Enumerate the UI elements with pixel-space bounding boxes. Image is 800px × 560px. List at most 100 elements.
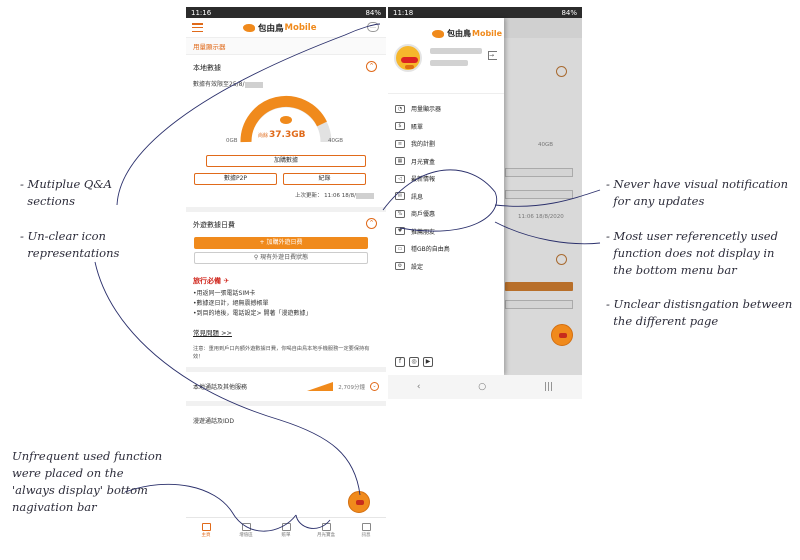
nav-messages-label: 訊息 — [361, 533, 371, 538]
mascot-floating-button[interactable] — [348, 491, 370, 513]
add-data-label: 加購數據 — [273, 157, 298, 164]
menu-item-plan[interactable]: ≡ 我的計劃 — [388, 135, 504, 153]
recents-icon[interactable]: ||| — [544, 382, 553, 392]
phone-screen-home: 11:16 84% 包由鳥 Mobile … 用量顯示器 本地數據 ⌃ 數據有效限… — [186, 7, 386, 543]
menu-item-label: 設定 — [411, 263, 424, 271]
redacted-user-name — [430, 48, 482, 54]
add-data-button[interactable]: 加購數據 — [206, 155, 366, 167]
bullet-item: •用返同一張電話SIM卡 — [193, 290, 256, 297]
nav-moonbox[interactable]: 月光寶盒 — [306, 518, 346, 543]
record-label: 紀錄 — [318, 175, 331, 182]
usage-bar — [307, 382, 334, 391]
roaming-title: 外遊數據日費 — [193, 221, 235, 229]
menu-item-referral[interactable]: ♥ 推薦朋友 — [388, 223, 504, 241]
gauge-max-label: 40GB — [328, 138, 344, 144]
nav-topup[interactable]: 增值區 — [226, 518, 266, 543]
avatar[interactable] — [394, 44, 422, 72]
menu-item-moonbox[interactable]: ▦ 月光寶盒 — [388, 153, 504, 171]
data-actions: 數據P2P 紀錄 — [194, 173, 366, 185]
gauge-min-label: 0GB — [226, 138, 238, 144]
section-local-data: 本地數據 ⌃ — [186, 55, 386, 77]
view-roaming-label: 現有外遊日費狀態 — [260, 254, 309, 261]
menu-item-bill[interactable]: $ 賬單 — [388, 118, 504, 136]
validity-label: 數據有效限至25/8/ — [193, 81, 245, 88]
chevron-up-icon[interactable]: ⌃ — [366, 218, 377, 229]
dimmed-button — [505, 300, 573, 309]
redacted-box — [244, 81, 263, 88]
chevron-down-icon[interactable]: ⌄ — [370, 382, 379, 391]
app-logo: 包由鳥 Mobile — [432, 28, 502, 39]
redacted-user-number — [430, 60, 468, 66]
mail-icon: ✉ — [395, 192, 405, 201]
add-roaming-button[interactable]: + 加購外遊日費 — [194, 237, 368, 249]
android-navigation-bar: ‹ ○ ||| — [388, 375, 582, 399]
bullet-item: •到目的地後，電話設定> 開著「漫遊數據」 — [193, 310, 312, 317]
roaming-idd-label: 漫遊通話及IDD — [193, 418, 235, 425]
view-roaming-button[interactable]: ⚲ 現有外遊日費狀態 — [194, 252, 368, 264]
page-header: 用量顯示器 — [186, 38, 386, 55]
logout-icon[interactable]: → — [488, 51, 497, 60]
hamburger-menu-icon[interactable] — [192, 23, 203, 32]
menu-item-usage[interactable]: ◔ 用量顯示器 — [388, 100, 504, 118]
status-time: 11:16 — [191, 8, 212, 17]
status-bar: 11:16 84% — [186, 7, 386, 18]
roaming-idd-row[interactable]: 漫遊通話及IDD — [186, 401, 386, 435]
chevron-up-icon[interactable]: ⌃ — [366, 61, 377, 72]
nav-topup-label: 增值區 — [239, 533, 253, 538]
discount-icon: % — [395, 209, 405, 218]
section-roaming: 外遊數據日費 ⌃ — [186, 212, 386, 234]
menu-item-label: 我的計劃 — [411, 141, 436, 149]
youtube-icon[interactable]: ▶ — [423, 357, 433, 367]
drawer-menu: ◔ 用量顯示器 $ 賬單 ≡ 我的計劃 ▦ 月光寶盒 ◁ 最新情報 ✉ 訊息 % 商戶優惠 ♥… — [388, 94, 504, 275]
social-links: f ◎ ▶ — [395, 357, 433, 367]
mascot-floating-button[interactable] — [551, 324, 573, 346]
local-calls-label: 本地通話及其他服務 — [193, 384, 248, 391]
battery-level: 84% — [561, 8, 577, 17]
nav-home-label: 主頁 — [201, 533, 211, 538]
nav-messages[interactable]: 訊息 — [346, 518, 386, 543]
record-button[interactable]: 紀錄 — [283, 173, 366, 185]
bill-icon — [281, 523, 291, 531]
chat-bubble-icon[interactable]: … — [367, 22, 379, 32]
instagram-icon[interactable]: ◎ — [409, 357, 419, 367]
menu-item-offers[interactable]: % 商戶優惠 — [388, 205, 504, 223]
nav-home[interactable]: 主頁 — [186, 518, 226, 543]
handshake-icon — [241, 523, 251, 531]
app-logo: 包由鳥 Mobile — [243, 22, 317, 34]
gauge-remaining: 37.3GB — [269, 130, 306, 140]
annotation-notification: - Never have visual notification for any… — [606, 177, 788, 208]
bullet-item: •數據逐日計，絕無震撼帳單 — [193, 300, 269, 307]
back-icon[interactable]: ‹ — [417, 382, 421, 392]
p2p-label: 數據P2P — [223, 175, 248, 182]
annotation-qa-sections: - Mutiplue Q&A sections — [20, 177, 112, 208]
data-usage-gauge: 0GB 40GB 尚餘37.3GB — [186, 94, 386, 152]
gamepad-icon: ▭ — [395, 244, 405, 253]
p2p-button[interactable]: 數據P2P — [194, 173, 277, 185]
annotation-page: - Unclear distisngation between the diff… — [606, 297, 793, 328]
home-icon — [201, 523, 211, 531]
local-calls-row[interactable]: 本地通話及其他服務 2,709分鐘 ⌄ — [186, 367, 386, 401]
section-title: 本地數據 — [193, 64, 221, 72]
dimmed-updated: 11:06 18/8/2020 — [518, 214, 564, 220]
home-button-icon[interactable]: ○ — [478, 382, 486, 392]
local-calls-value: 2,709分鐘 — [338, 384, 365, 391]
box-icon: ▦ — [395, 157, 405, 166]
travel-bullets: •用返同一張電話SIM卡 •數據逐日計，絕無震撼帳單 •到目的地後，電話設定> … — [186, 289, 386, 319]
app-bar: 包由鳥 Mobile … — [186, 18, 386, 38]
status-time: 11:18 — [393, 8, 414, 17]
bird-logo-icon — [243, 23, 255, 32]
facebook-icon[interactable]: f — [395, 357, 405, 367]
status-bar: 11:18 84% — [388, 7, 582, 18]
logo-mobile-text: Mobile — [284, 22, 317, 33]
menu-item-news[interactable]: ◁ 最新情報 — [388, 170, 504, 188]
chevron-up-icon — [556, 254, 567, 265]
menu-item-messages[interactable]: ✉ 訊息 — [388, 188, 504, 206]
menu-item-game[interactable]: ▭ 穩GB的自由鳥 — [388, 240, 504, 258]
menu-item-settings[interactable]: ⚙ 設定 — [388, 258, 504, 276]
battery-level: 84% — [365, 8, 381, 17]
nav-bill-label: 賬單 — [281, 533, 291, 538]
nav-bill[interactable]: 賬單 — [266, 518, 306, 543]
logo-text: 包由鳥 — [447, 29, 471, 38]
dimmed-button — [505, 168, 573, 177]
faq-link[interactable]: 常見問題 >> — [186, 319, 386, 339]
